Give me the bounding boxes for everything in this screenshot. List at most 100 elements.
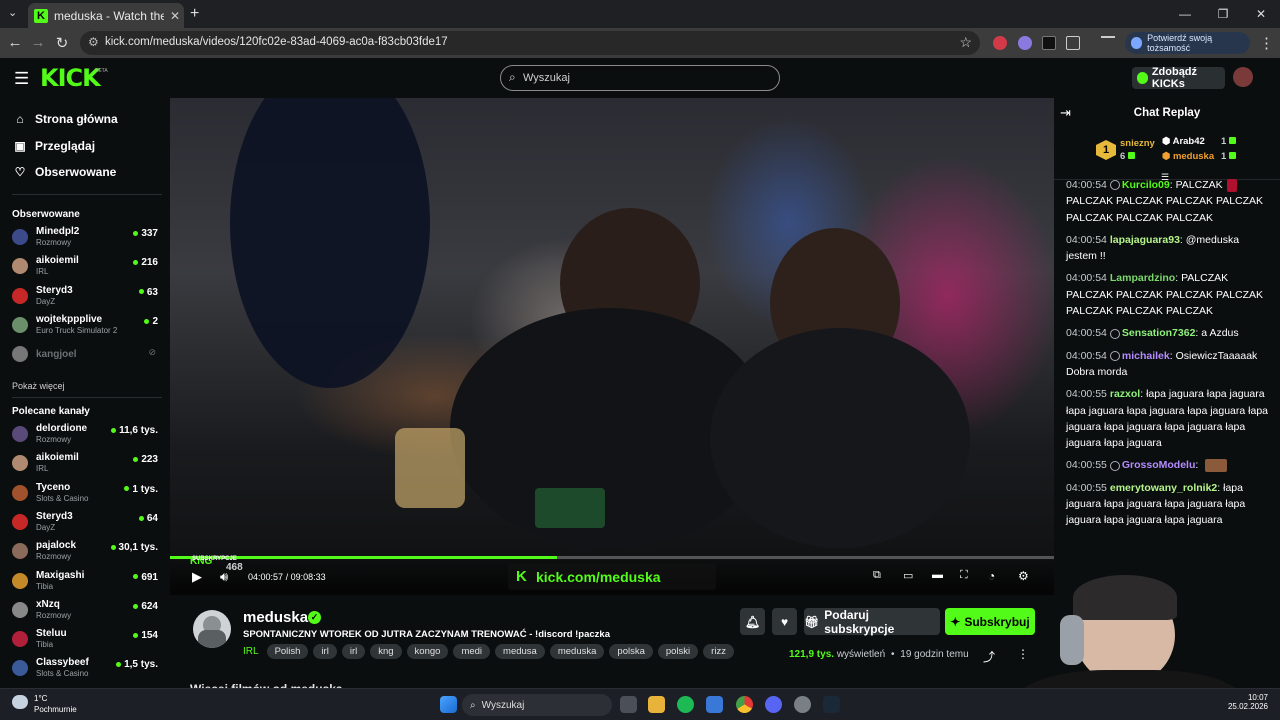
bell-icon: 🔔︎ [744, 614, 761, 629]
forward-icon[interactable]: → [29, 34, 47, 51]
clip-icon[interactable]: ▭ [903, 569, 913, 582]
sidebar-channel[interactable]: aikoiemil IRL 216 [10, 254, 162, 280]
store-icon[interactable] [706, 696, 723, 713]
progress-bar[interactable] [170, 556, 1054, 559]
vod-title: SPONTANICZNY WTOREK OD JUTRA ZACZYNAM TR… [243, 629, 610, 640]
play-icon[interactable]: ▶ [192, 569, 202, 585]
browser-tab[interactable]: K meduska - Watch the VOD on Kick ✕ [28, 3, 184, 28]
chat-message: 04:00:55 GrossoModelu: [1066, 457, 1270, 473]
live-dot-icon [133, 603, 139, 609]
sidebar-channel[interactable]: xNzq Rozmowy 624 [10, 598, 162, 624]
live-dot-icon [110, 545, 116, 551]
channel-category: Rozmowy [36, 552, 72, 562]
tag-chip[interactable]: kng [370, 644, 402, 659]
menu-hamburger-icon[interactable]: ☰ [14, 69, 29, 89]
verify-identity-button[interactable]: Potwierdź swoją tożsamość [1125, 32, 1250, 54]
sidebar-channel[interactable]: kangjoel ⊘ [10, 342, 162, 368]
browser-menu-icon[interactable]: ⋮ [1259, 34, 1274, 52]
channel-avatar [12, 572, 28, 589]
sidebar-channel[interactable]: Tyceno Slots & Casino 1 tys. [10, 481, 162, 507]
tag-chip[interactable]: irl [341, 644, 366, 659]
channel-avatar [12, 484, 28, 501]
leader-name[interactable]: ⬢ meduska [1162, 151, 1214, 162]
category-link[interactable]: IRL [243, 646, 259, 657]
extension-icon[interactable] [1018, 36, 1032, 50]
sidebar-channel[interactable]: delordione Rozmowy 11,6 tys. [10, 422, 162, 448]
maximize-icon[interactable]: ❐ [1204, 0, 1242, 28]
heart-icon: ♡ [14, 165, 26, 179]
sidebar-channel[interactable]: Minedpl2 Rozmowy 337 [10, 225, 162, 251]
tab-title: meduska - Watch the VOD on Kick [54, 8, 164, 23]
notification-bell-button[interactable]: 🔔︎ [740, 608, 765, 635]
sidebar-channel[interactable]: Maxigashi Tibia 691 [10, 569, 162, 595]
sidebar-item-following[interactable]: ♡ Obserwowane [12, 163, 117, 181]
miniplayer-icon[interactable]: ⧉ [873, 569, 881, 582]
extension-icon[interactable] [1042, 36, 1056, 50]
kick-logo[interactable]: KICK [40, 64, 101, 92]
channel-name: Classybeef [36, 657, 89, 669]
sidebar-channel[interactable]: aikoiemil IRL 223 [10, 451, 162, 477]
tag-chip[interactable]: kongo [406, 644, 449, 659]
new-tab-icon[interactable]: + [190, 5, 199, 23]
show-more-link[interactable]: Pokaż więcej [12, 381, 65, 391]
extension-icon[interactable] [993, 36, 1007, 50]
steam-icon[interactable] [823, 696, 840, 713]
minimize-icon[interactable]: — [1166, 0, 1204, 28]
tab-close-icon[interactable]: ✕ [170, 9, 180, 23]
tag-chip[interactable]: rizz [703, 644, 734, 659]
gift-subs-button[interactable]: 🎁︎ Podaruj subskrypcje [804, 608, 940, 636]
follow-heart-button[interactable]: ♥ [772, 608, 797, 635]
channel-category: Slots & Casino [36, 669, 89, 679]
address-bar[interactable]: ⚙ kick.com/meduska/videos/120fc02e-83ad-… [80, 31, 980, 55]
back-icon[interactable]: ← [6, 34, 24, 51]
channel-category: DayZ [36, 522, 56, 532]
sidebar-channel[interactable]: Classybeef Slots & Casino 1,5 tys. [10, 656, 162, 682]
task-view-icon[interactable] [620, 696, 637, 713]
reading-list-icon[interactable] [1101, 36, 1115, 50]
channel-category: IRL [36, 464, 49, 474]
search-icon: ⌕ [470, 699, 476, 711]
tag-chip[interactable]: polski [657, 644, 699, 659]
app-icon[interactable] [794, 696, 811, 713]
close-window-icon[interactable]: ✕ [1242, 0, 1280, 28]
video-player[interactable]: KNG SUBSKRYPCJE 468 ▶ 🔊︎ 04:00:57 / 09:0… [170, 98, 1054, 595]
theater-mode-icon[interactable]: ▬ [932, 569, 943, 581]
tag-chip[interactable]: meduska [549, 644, 605, 659]
discord-icon[interactable] [765, 696, 782, 713]
sidebar-item-home[interactable]: ⌂ Strona główna [12, 110, 117, 128]
channel-name: Steryd3 [36, 510, 73, 522]
tag-chip[interactable]: polska [609, 644, 653, 659]
sidebar-channel[interactable]: Steluu Tibia 154 [10, 627, 162, 653]
sidebar-channel[interactable]: Steryd3 DayZ 64 [10, 510, 162, 536]
recommended-heading: Polecane kanały [12, 406, 90, 417]
sidebar-channel[interactable]: wojtekppplive Euro Truck Simulator 2 2 [10, 313, 162, 339]
tag-chip[interactable]: irl [313, 644, 337, 659]
spotify-icon[interactable] [677, 696, 694, 713]
leader-name[interactable]: sniezny [1120, 138, 1155, 149]
tag-chip[interactable]: medi [453, 644, 491, 659]
tag-chip[interactable]: medusa [495, 644, 545, 659]
channel-category: Slots & Casino [36, 493, 89, 503]
start-windows-icon[interactable] [440, 696, 457, 713]
taskbar-search[interactable]: ⌕ Wyszukaj [462, 694, 612, 716]
volume-icon[interactable]: 🔊︎ [220, 569, 228, 585]
streamer-name[interactable]: meduska [243, 609, 308, 626]
streamer-avatar[interactable] [193, 610, 231, 648]
verify-label: Potwierdź swoją tożsamość [1147, 33, 1213, 53]
search-input[interactable]: ⌕ Wyszukaj [500, 65, 780, 91]
sidebar-channel[interactable]: Steryd3 DayZ 63 [10, 284, 162, 310]
get-kicks-button[interactable]: Zdobądź KICKs [1132, 66, 1225, 90]
tag-chip[interactable]: Polish [266, 644, 309, 659]
sidebar-channel[interactable]: pajalock Rozmowy 30,1 tys. [10, 539, 162, 565]
leader-name[interactable]: ⬢ Arab42 [1162, 136, 1205, 147]
user-avatar[interactable] [1233, 67, 1253, 87]
extensions-puzzle-icon[interactable] [1066, 36, 1080, 50]
bookmark-star-icon[interactable]: ☆ [959, 34, 972, 51]
file-explorer-icon[interactable] [648, 696, 665, 713]
tab-search-icon[interactable]: ⌄ [8, 6, 17, 19]
system-clock[interactable]: 10:07 25.02.2026 [1216, 693, 1268, 711]
sidebar-item-browse[interactable]: ▣ Przeglądaj [12, 137, 95, 155]
site-info-icon[interactable]: ⚙ [88, 35, 99, 49]
reload-icon[interactable]: ↻ [53, 34, 71, 52]
chrome-icon[interactable] [736, 696, 753, 713]
